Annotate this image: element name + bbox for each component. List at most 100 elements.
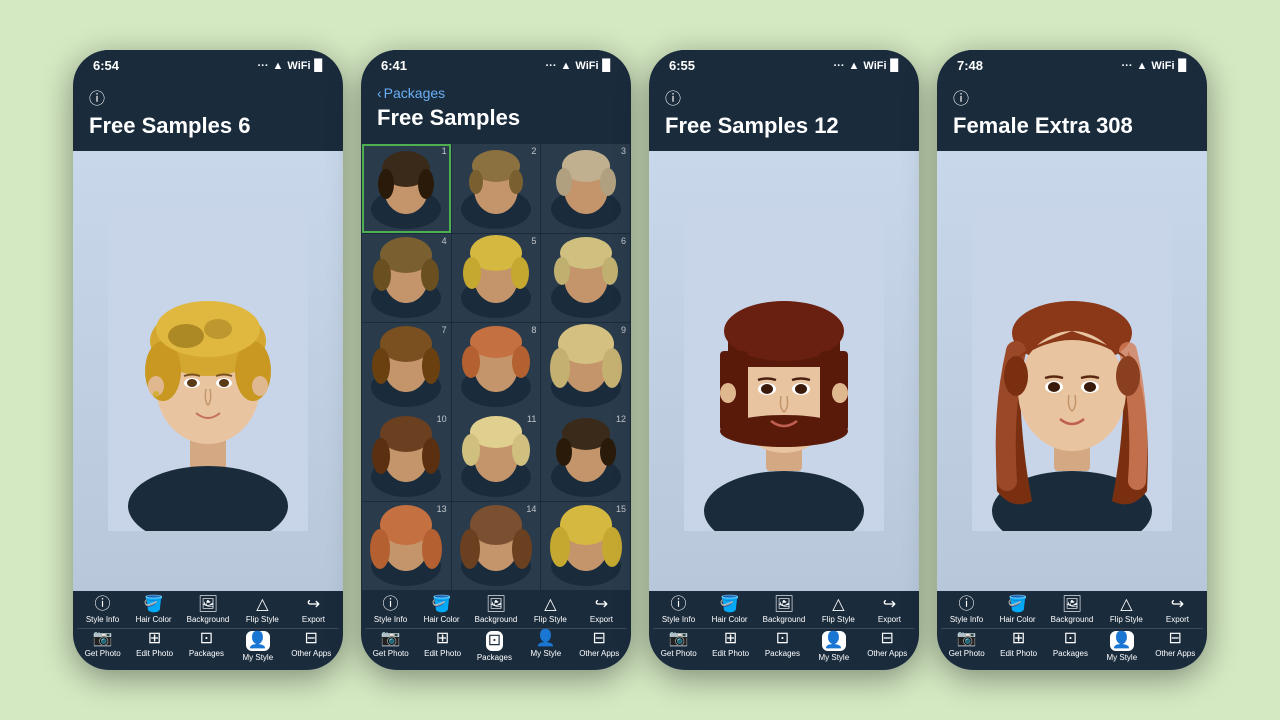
packages-btn-2[interactable]: ⊡ Packages [476,631,512,662]
export-btn-3[interactable]: ↪ Export [871,597,907,624]
phone-2: 6:41 ··· ▲ WiFi ▉ ‹ Packages Free Sample… [361,50,631,670]
grid-cell-13[interactable]: 13 [362,502,451,591]
toolbar-1: ⓘ Style Info 🪣 Hair Color 🖼 Background △… [73,591,343,670]
packages-btn-1[interactable]: ⊡ Packages [188,631,224,662]
hair-color-btn-1[interactable]: 🪣 Hair Color [136,597,172,624]
other-apps-btn-2[interactable]: ⊟ Other Apps [579,631,619,662]
edit-photo-btn-4[interactable]: ⊞ Edit Photo [1000,631,1037,662]
get-photo-btn-1[interactable]: 📷 Get Photo [85,631,121,662]
flip-style-btn-3[interactable]: △ Flip Style [820,597,856,624]
grid-cell-11[interactable]: 11 [452,412,541,501]
hair-color-btn-3[interactable]: 🪣 Hair Color [712,597,748,624]
grid-cell-8[interactable]: 8 [452,323,541,412]
info-icon-3[interactable]: ⓘ [665,85,903,109]
title-3: Free Samples 12 [665,113,903,139]
info-icon-4[interactable]: ⓘ [953,85,1191,109]
my-style-btn-3[interactable]: 👤 My Style [816,631,852,662]
screen-4: ⓘ Female Extra 308 [937,77,1207,670]
background-btn-3[interactable]: 🖼 Background [763,597,806,624]
time-1: 6:54 [93,58,119,73]
export-btn-2[interactable]: ↪ Export [583,597,619,624]
toolbar-row-top-1: ⓘ Style Info 🪣 Hair Color 🖼 Background △… [77,597,339,624]
grid-cell-14[interactable]: 14 [452,502,541,591]
export-btn-1[interactable]: ↪ Export [295,597,331,624]
grid-cell-3[interactable]: 3 [541,144,630,233]
toolbar-row-bottom-2: 📷 Get Photo ⊞ Edit Photo ⊡ Packages 👤 My… [365,631,627,662]
grid-cell-7[interactable]: 7 [362,323,451,412]
thumb-9 [546,323,626,412]
flip-style-btn-1[interactable]: △ Flip Style [244,597,280,624]
edit-photo-btn-2[interactable]: ⊞ Edit Photo [424,631,461,662]
back-link-2[interactable]: ‹ Packages [377,85,615,101]
status-icons-1: ··· ▲ WiFi ▉ [258,59,323,72]
main-photo-3 [649,151,919,591]
status-bar-2: 6:41 ··· ▲ WiFi ▉ [361,50,631,77]
toolbar-2: ⓘ Style Info 🪣 Hair Color 🖼 Background △… [361,591,631,670]
screen-1: ⓘ Free Samples 6 [73,77,343,670]
toolbar-4: ⓘ Style Info 🪣 Hair Color 🖼 Background △… [937,591,1207,670]
get-photo-btn-4[interactable]: 📷 Get Photo [949,631,985,662]
background-btn-1[interactable]: 🖼 Background [187,597,230,624]
packages-btn-4[interactable]: ⊡ Packages [1052,631,1088,662]
phone-4: 7:48 ··· ▲ WiFi ▉ ⓘ Female Extra 308 [937,50,1207,670]
thumb-6 [546,234,626,323]
other-apps-btn-3[interactable]: ⊟ Other Apps [867,631,907,662]
title-2: Free Samples [377,105,615,131]
grid-cell-6[interactable]: 6 [541,234,630,323]
flip-style-btn-4[interactable]: △ Flip Style [1108,597,1144,624]
grid-cell-10[interactable]: 10 [362,412,451,501]
flip-style-btn-2[interactable]: △ Flip Style [532,597,568,624]
status-bar-4: 7:48 ··· ▲ WiFi ▉ [937,50,1207,77]
background-btn-4[interactable]: 🖼 Background [1051,597,1094,624]
divider-1 [77,628,339,629]
my-style-btn-2[interactable]: 👤 My Style [528,631,564,662]
get-photo-btn-3[interactable]: 📷 Get Photo [661,631,697,662]
style-info-btn-2[interactable]: ⓘ Style Info [373,597,409,624]
thumb-15 [546,502,626,591]
style-info-btn-1[interactable]: ⓘ Style Info [85,597,121,624]
screen-3: ⓘ Free Samples 12 [649,77,919,670]
style-info-btn-4[interactable]: ⓘ Style Info [949,597,985,624]
packages-btn-3[interactable]: ⊡ Packages [764,631,800,662]
screen-2: ‹ Packages Free Samples 1 [361,77,631,670]
hair-color-btn-2[interactable]: 🪣 Hair Color [424,597,460,624]
style-info-btn-3[interactable]: ⓘ Style Info [661,597,697,624]
status-bar-1: 6:54 ··· ▲ WiFi ▉ [73,50,343,77]
phone-1: 6:54 ··· ▲ WiFi ▉ ⓘ Free Samples 6 [73,50,343,670]
thumb-5 [456,234,536,323]
hairstyle-grid: 1 2 [361,143,631,591]
edit-photo-btn-3[interactable]: ⊞ Edit Photo [712,631,749,662]
hair-color-btn-4[interactable]: 🪣 Hair Color [1000,597,1036,624]
grid-cell-9[interactable]: 9 [541,323,630,412]
grid-cell-4[interactable]: 4 [362,234,451,323]
status-icons-2: ··· ▲ WiFi ▉ [546,59,611,72]
person-svg-3 [684,211,884,531]
title-4: Female Extra 308 [953,113,1191,139]
other-apps-btn-1[interactable]: ⊟ Other Apps [291,631,331,662]
toolbar-3: ⓘ Style Info 🪣 Hair Color 🖼 Background △… [649,591,919,670]
background-btn-2[interactable]: 🖼 Background [475,597,518,624]
thumb-2 [456,144,536,233]
get-photo-btn-2[interactable]: 📷 Get Photo [373,631,409,662]
header-2: ‹ Packages Free Samples [361,77,631,143]
edit-photo-btn-1[interactable]: ⊞ Edit Photo [136,631,173,662]
thumb-10 [366,412,446,501]
info-icon-1[interactable]: ⓘ [89,85,327,109]
grid-cell-1[interactable]: 1 [362,144,451,233]
thumb-13 [366,502,446,591]
person-svg-4 [972,211,1172,531]
header-1: ⓘ Free Samples 6 [73,77,343,151]
thumb-4 [366,234,446,323]
my-style-btn-4[interactable]: 👤 My Style [1104,631,1140,662]
grid-cell-5[interactable]: 5 [452,234,541,323]
toolbar-row-top-2: ⓘ Style Info 🪣 Hair Color 🖼 Background △… [365,597,627,624]
thumb-1 [366,144,446,233]
other-apps-btn-4[interactable]: ⊟ Other Apps [1155,631,1195,662]
export-btn-4[interactable]: ↪ Export [1159,597,1195,624]
grid-cell-15[interactable]: 15 [541,502,630,591]
grid-cell-2[interactable]: 2 [452,144,541,233]
time-3: 6:55 [669,58,695,73]
grid-cell-12[interactable]: 12 [541,412,630,501]
phone-3: 6:55 ··· ▲ WiFi ▉ ⓘ Free Samples 12 [649,50,919,670]
my-style-btn-1[interactable]: 👤 My Style [240,631,276,662]
